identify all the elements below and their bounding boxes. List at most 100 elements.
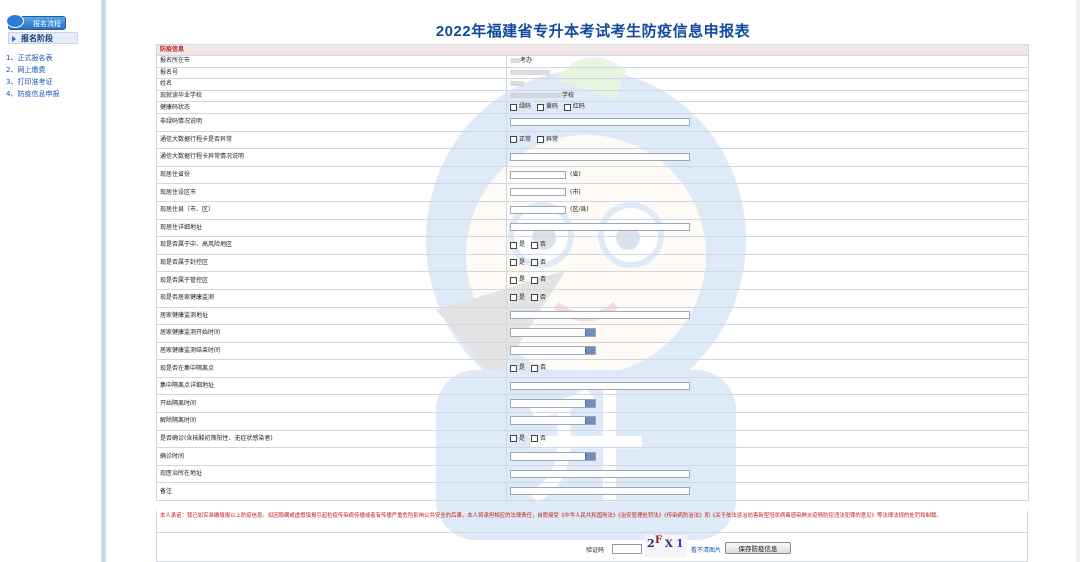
field-label: 现是否属于中、高风险地区 [156,236,507,255]
hospital-address-input[interactable] [510,469,690,478]
calendar-icon[interactable] [585,399,595,407]
form-row: 开始隔离时间 [156,394,1030,414]
checkbox-control-yes[interactable] [510,276,517,284]
field-label: 健康码状态 [156,101,507,114]
form-row: 通信大数据行程卡异常情况说明 [156,148,1030,167]
checkbox-home-monitor-no[interactable] [530,294,538,302]
calendar-icon[interactable] [585,329,595,337]
checkbox-trip-normal[interactable] [510,136,517,144]
option-label: 是 [519,258,526,266]
registration-number-value [505,66,1030,80]
option-label: 否 [539,434,546,442]
field-label: 现医治所在地址 [156,464,507,484]
field-label: 现是否在集中隔离点 [156,359,507,378]
form-row: 现居住详细地址 [156,218,1030,238]
checkbox-confirmed-no[interactable] [530,435,538,443]
captcha-input[interactable] [612,544,642,554]
redacted-value [510,69,550,75]
non-green-note-input[interactable] [510,117,690,126]
quarantine-address-input[interactable] [510,381,690,390]
captcha-image[interactable]: 2 F X 1 [645,535,687,557]
field-label: 现是否属于封控区 [156,253,507,273]
county-input[interactable] [510,205,566,214]
step-list: 1、正式报名表 2、网上缴费 3、打印准考证 4、防疫信息申报 [6,52,59,100]
calendar-icon[interactable] [585,346,595,354]
checkbox-green-code[interactable] [510,103,517,111]
field-label: 解除隔离时间 [156,412,507,431]
city-input[interactable] [510,188,566,197]
form-row: 现就读毕业学校 学校 [156,89,1030,103]
health-code-options: 绿码 黄码 红码 [505,101,1030,114]
main-content: 2022年福建省专升本考试考生防疫信息申报表 升 防疫信息 报名所在市 考办 报… [106,0,1080,562]
field-label: 姓名 [156,78,507,91]
province-input[interactable] [510,170,566,179]
form-row: 居家健康监测开始时间 [156,324,1030,343]
calendar-icon[interactable] [585,452,595,460]
name-value [505,78,1030,91]
form-row: 通信大数据行程卡是否异常 正常 异常 [156,130,1030,150]
field-label: 居家健康监测地址 [156,306,507,326]
form-row: 是否确诊(含核酸初筛阳性、无症状感染者) 是 否 [156,429,1030,449]
checkbox-yellow-code[interactable] [536,103,544,111]
province-suffix: (省) [570,171,581,179]
form-row: 现是否属于中、高风险地区 是 否 [156,236,1030,255]
form-row: 报名号 [156,66,1030,80]
field-label: 现是否居家健康监测 [156,288,507,308]
redacted-value [510,81,524,87]
sidebar-item-print-admission[interactable]: 3、打印准考证 [6,76,59,88]
refresh-captcha-link[interactable]: 看不清图片 [691,545,721,554]
option-label: 否 [539,276,546,284]
form-row: 报名所在市 考办 [156,55,1030,68]
checkbox-quarantine-yes[interactable] [510,364,517,372]
scrollbar-track[interactable] [1076,0,1080,562]
remark-input[interactable] [510,487,690,496]
checkbox-trip-abnormal[interactable] [536,136,544,144]
form-row: 解除隔离时间 [156,412,1030,431]
trip-abnormal-note-input[interactable] [510,152,690,161]
checkbox-home-monitor-yes[interactable] [510,294,517,302]
home-monitor-address-input[interactable] [510,311,690,320]
field-label: 居家健康监测结束时间 [156,341,507,361]
city-value-text: 考办 [520,57,533,65]
sidebar-item-registration-form[interactable]: 1、正式报名表 [6,52,59,64]
home-monitor-start-date-input[interactable] [510,328,596,338]
option-label: 是 [519,276,526,284]
quarantine-start-date-input[interactable] [510,398,596,408]
option-label: 否 [539,293,546,301]
checkbox-risk-yes[interactable] [510,241,517,249]
form-row: 现是否在集中隔离点 是 否 [156,359,1030,378]
field-label: 通信大数据行程卡是否异常 [156,130,507,150]
form-row: 确诊时间 [156,447,1030,466]
field-label: 现居住详细地址 [156,218,507,238]
county-suffix: (区/县) [570,206,589,214]
captcha-char: X [665,539,673,550]
save-epidemic-info-button[interactable]: 保存防疫信息 [725,542,791,554]
checkbox-risk-no[interactable] [530,241,538,249]
confirm-date-input[interactable] [510,451,596,461]
sidebar-item-online-payment[interactable]: 2、网上缴费 [6,64,59,76]
field-label: 是否确诊(含核酸初筛阳性、无症状感染者) [156,429,507,449]
checkbox-control-no[interactable] [530,276,538,284]
sidebar-item-epidemic-report[interactable]: 4、防疫信息申报 [6,88,59,100]
field-label: 现居住县（市、区） [156,200,507,220]
checkbox-quarantine-no[interactable] [530,364,538,372]
checkbox-sealed-no[interactable] [530,259,538,267]
form-row: 居家健康监测地址 [156,306,1030,326]
form-row: 备注 [156,482,1030,502]
option-label: 黄码 [545,103,558,111]
option-label: 绿码 [519,103,532,111]
field-label: 现居住省份 [156,165,507,185]
address-input[interactable] [510,223,690,232]
submit-row: 验证码 2 F X 1 看不清图片 保存防疫信息 [156,533,1028,562]
triangle-right-icon [12,36,16,42]
redacted-value [510,58,520,64]
stage-header: 报名阶段 [8,32,78,44]
quarantine-end-date-input[interactable] [510,416,596,426]
calendar-icon[interactable] [585,417,595,425]
checkbox-red-code[interactable] [563,103,571,111]
captcha-char: 1 [676,537,684,550]
form-row: 现居住省份 (省) [156,165,1030,185]
checkbox-sealed-yes[interactable] [510,259,517,267]
checkbox-confirmed-yes[interactable] [510,435,517,443]
home-monitor-end-date-input[interactable] [510,345,596,355]
